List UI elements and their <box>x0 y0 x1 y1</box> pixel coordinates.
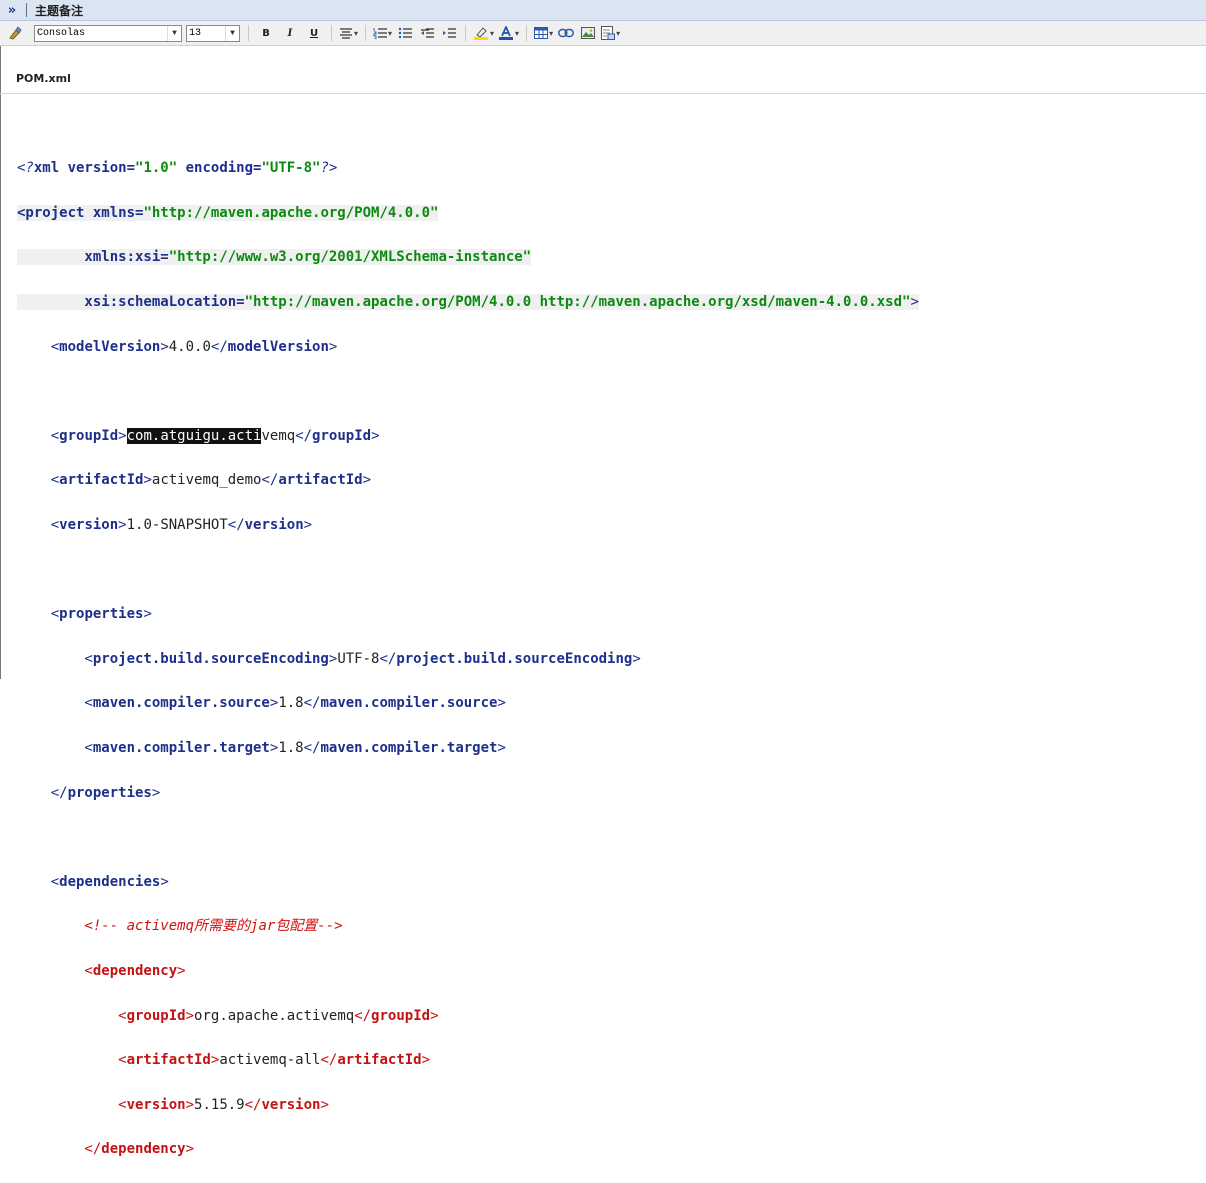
expand-icon[interactable]: » <box>0 3 22 18</box>
code-line: <version>1.0-SNAPSHOT</version> <box>17 517 313 534</box>
insert-object-icon[interactable]: ▾ <box>599 23 622 43</box>
code-line: xsi:schemaLocation="http://maven.apache.… <box>17 291 919 313</box>
dependency-group-id: org.apache.activemq <box>194 1007 355 1024</box>
source-encoding-value: UTF-8 <box>337 650 380 667</box>
image-icon[interactable] <box>577 23 599 43</box>
document-name: POM.xml <box>16 72 71 85</box>
model-version-value: 4.0.0 <box>168 338 211 355</box>
decrease-indent-icon[interactable] <box>416 23 438 43</box>
bullet-list-icon[interactable] <box>394 23 416 43</box>
version-value: 1.0-SNAPSHOT <box>126 517 228 534</box>
toolbar-divider <box>526 25 528 41</box>
code-line: <groupId>com.atguigu.activemq</groupId> <box>17 427 380 444</box>
xmlns-xsi-attr: xmlns:xsi= <box>17 249 169 266</box>
xml-comment: <!-- activemq所需要的jar包配置--> <box>84 918 343 935</box>
project-tag: <project <box>17 204 93 221</box>
link-icon[interactable] <box>555 23 577 43</box>
toolbar-divider <box>465 25 467 41</box>
code-line: <dependencies> <box>17 873 169 890</box>
panel-title: 主题备注 <box>35 3 84 18</box>
code-line: <maven.compiler.target>1.8</maven.compil… <box>17 740 506 757</box>
code-line: <modelVersion>4.0.0</modelVersion> <box>17 338 338 355</box>
compiler-target-value: 1.8 <box>278 740 304 757</box>
chevron-down-icon[interactable]: ▼ <box>225 25 239 41</box>
schema-location-attr: xsi:schemaLocation= <box>17 294 245 311</box>
code-line: <project.build.sourceEncoding>UTF-8</pro… <box>17 650 641 667</box>
code-line: <artifactId>activemq-all</artifactId> <box>17 1052 431 1069</box>
xml-decl: xml version= <box>33 160 136 177</box>
dependency-artifact-id: activemq-all <box>219 1052 321 1069</box>
bold-button[interactable]: B <box>254 23 278 43</box>
font-family-value: Consolas <box>37 27 86 39</box>
code-line: <version>5.15.9</version> <box>17 1096 329 1113</box>
dependency-version: 5.15.9 <box>194 1096 245 1113</box>
increase-indent-icon[interactable] <box>438 23 460 43</box>
code-line: <dependency> <box>17 962 186 979</box>
schema-location-value: "http://maven.apache.org/POM/4.0.0 http:… <box>244 294 911 311</box>
numbered-list-icon[interactable]: ▾ <box>371 23 394 43</box>
align-icon[interactable]: ▾ <box>337 23 360 43</box>
xml-version-value: "1.0" <box>135 160 178 177</box>
xml-encoding-value: "UTF-8" <box>261 160 321 177</box>
xmlns-attr: xmlns= <box>92 204 144 221</box>
code-line: <project xmlns="http://maven.apache.org/… <box>17 202 919 224</box>
font-size-select[interactable]: 13 ▼ <box>186 24 240 42</box>
highlight-color-icon[interactable]: ▾ <box>471 23 496 43</box>
artifact-id-value: activemq_demo <box>151 472 262 489</box>
code-line: <!-- activemq所需要的jar包配置--> <box>17 915 919 937</box>
group-id-rest: vemq <box>261 427 296 444</box>
code-line: xmlns:xsi="http://www.w3.org/2001/XMLSch… <box>17 246 919 268</box>
underline-button[interactable]: U <box>302 23 326 43</box>
document-divider <box>0 93 1206 94</box>
code-line: <?xml version="1.0" encoding="UTF-8"?> <box>17 157 919 179</box>
toolbar-divider <box>248 25 249 41</box>
code-line: <groupId>org.apache.activemq</groupId> <box>17 1007 439 1024</box>
code-block[interactable]: <?xml version="1.0" encoding="UTF-8"?> <… <box>17 135 919 1183</box>
xml-pi-open: <? <box>17 160 34 177</box>
chevron-down-icon[interactable]: ▼ <box>167 25 181 41</box>
toolbar-divider <box>365 25 367 41</box>
title-bar: » 主题备注 <box>0 0 1206 21</box>
clear-format-icon[interactable] <box>4 23 26 43</box>
xmlns-xsi-value: "http://www.w3.org/2001/XMLSchema-instan… <box>168 249 532 266</box>
project-tag-close: > <box>910 294 919 311</box>
code-line: <properties> <box>17 606 152 623</box>
font-family-select[interactable]: Consolas ▼ <box>34 24 182 42</box>
selected-text[interactable]: com.atguigu.acti <box>126 427 262 444</box>
font-color-icon[interactable]: ▾ <box>496 23 521 43</box>
table-icon[interactable]: ▾ <box>532 23 555 43</box>
xml-encoding-attr: encoding= <box>177 160 262 177</box>
xmlns-value: "http://maven.apache.org/POM/4.0.0" <box>143 204 439 221</box>
toolbar-divider <box>331 25 332 41</box>
code-line: </properties> <box>17 784 161 801</box>
formatting-toolbar: Consolas ▼ 13 ▼ B I U ▾ ▾ ▾ ▾ ▾ ▾ <box>0 21 1206 46</box>
compiler-source-value: 1.8 <box>278 695 304 712</box>
xml-pi-close: ?> <box>320 160 338 177</box>
code-line: </dependency> <box>17 1141 195 1158</box>
code-line: <artifactId>activemq_demo</artifactId> <box>17 472 372 489</box>
font-size-value: 13 <box>189 27 202 39</box>
title-separator <box>26 3 27 17</box>
italic-button[interactable]: I <box>278 23 302 43</box>
code-line: <maven.compiler.source>1.8</maven.compil… <box>17 695 506 712</box>
